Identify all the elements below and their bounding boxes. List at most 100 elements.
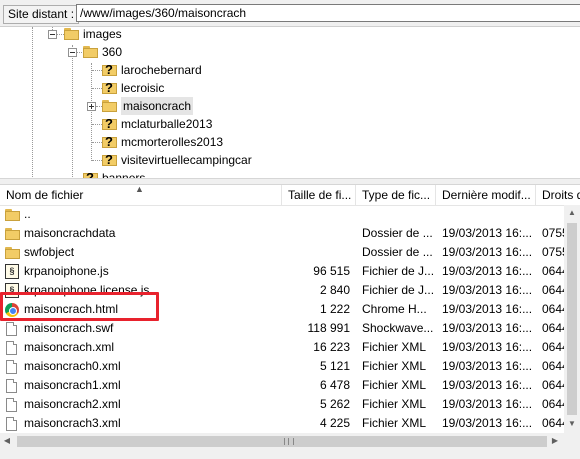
- file-row[interactable]: maisoncrach.html 1 222 Chrome H... 19/03/20…: [0, 300, 564, 319]
- tree-connector: [92, 124, 102, 125]
- tree-node-360[interactable]: 360: [83, 43, 122, 61]
- file-type: Fichier XML: [362, 378, 427, 392]
- file-size: 5 262: [319, 397, 350, 411]
- file-type: Fichier XML: [362, 416, 427, 430]
- scroll-left-icon[interactable]: ◀: [1, 436, 13, 446]
- file-row[interactable]: maisoncrach.xml 16 223 Fichier XML 19/03/20…: [0, 338, 564, 357]
- remote-path-input[interactable]: /www/images/360/maisoncrach: [76, 4, 580, 22]
- chrome-html-icon: [4, 302, 20, 318]
- file-size: 2 840: [319, 283, 350, 297]
- document-icon: [4, 359, 20, 375]
- file-name-cell: maisoncrach3.xml: [4, 414, 284, 433]
- file-name-cell: maisoncrach.xml: [4, 338, 284, 357]
- folder-icon: [4, 226, 20, 242]
- file-row[interactable]: maisoncrach2.xml 5 262 Fichier XML 19/03/20…: [0, 395, 564, 414]
- file-row[interactable]: maisoncrach.swf 118 991 Shockwave... 19/03/…: [0, 319, 564, 338]
- file-size: 118 991: [307, 321, 351, 335]
- file-size: [284, 205, 350, 224]
- file-modified: 19/03/2013 16:...: [442, 359, 533, 373]
- file-row[interactable]: § krpanoiphone.license.js 2 840 Fichier de …: [0, 281, 564, 300]
- collapse-360-toggle[interactable]: [68, 48, 77, 57]
- file-row[interactable]: maisoncrachdata Dossier de ... 19/03/2013 …: [0, 224, 564, 243]
- file-permissions: 0644: [542, 283, 564, 297]
- remote-file-list: .. maisoncrachdata Dossier de ... 19/03/201…: [0, 205, 564, 433]
- tree-connector: [92, 88, 102, 89]
- scroll-right-icon[interactable]: ▶: [549, 436, 561, 446]
- file-permissions: 0644: [542, 378, 564, 392]
- file-permissions: 0644: [542, 416, 564, 430]
- unknown-folder-icon: ?: [102, 116, 117, 131]
- file-row[interactable]: maisoncrach1.xml 6 478 Fichier XML 19/03/20…: [0, 376, 564, 395]
- file-row[interactable]: swfobject Dossier de ... 19/03/2013 16:...…: [0, 243, 564, 262]
- sort-ascending-icon: ▲: [135, 185, 144, 194]
- tree-node-maisoncrach[interactable]: maisoncrach: [102, 97, 194, 115]
- file-type: Dossier de ...: [362, 245, 433, 259]
- tree-node-lecroisic[interactable]: ? lecroisic: [102, 79, 164, 97]
- file-size: 16 223: [313, 340, 350, 354]
- tree-node-visitevirtuellecampingcar[interactable]: ? visitevirtuellecampingcar: [102, 151, 252, 169]
- column-header-modified[interactable]: Dernière modif...: [436, 185, 536, 205]
- file-modified: 19/03/2013 16:...: [442, 245, 533, 259]
- file-type: [362, 205, 434, 224]
- pane-splitter[interactable]: [0, 178, 580, 185]
- scrollbar-thumb[interactable]: [567, 223, 577, 415]
- file-row[interactable]: ..: [0, 205, 564, 224]
- remote-site-bar: Site distant : /www/images/360/maisoncra…: [0, 0, 580, 26]
- column-header-permissions[interactable]: Droits d: [536, 185, 580, 205]
- file-modified: [442, 205, 538, 224]
- file-size: 4 225: [319, 416, 350, 430]
- tree-node-images[interactable]: images: [64, 27, 122, 43]
- column-header-label: Type de fic...: [362, 188, 431, 202]
- tree-node-mclaturballe2013[interactable]: ? mclaturballe2013: [102, 115, 212, 133]
- file-name: maisoncrach.html: [24, 302, 119, 316]
- column-header-size[interactable]: Taille de fi...: [282, 185, 356, 205]
- tree-node-mcmorterolles2013[interactable]: ? mcmorterolles2013: [102, 133, 223, 151]
- scroll-down-icon[interactable]: ▼: [564, 419, 580, 429]
- scroll-up-icon[interactable]: ▲: [564, 208, 580, 218]
- file-name-cell: maisoncrach2.xml: [4, 395, 284, 414]
- file-modified: 19/03/2013 16:...: [442, 321, 533, 335]
- column-header-type[interactable]: Type de fic...: [356, 185, 436, 205]
- folder-icon: [4, 245, 20, 261]
- file-row[interactable]: maisoncrach3.xml 4 225 Fichier XML 19/03/20…: [0, 414, 564, 433]
- file-name: maisoncrach.xml: [24, 340, 115, 354]
- file-type: Fichier de J...: [362, 283, 434, 297]
- file-permissions: 0755: [542, 226, 564, 240]
- tree-connector: [32, 27, 33, 179]
- file-modified: 19/03/2013 16:...: [442, 226, 533, 240]
- column-header-name[interactable]: Nom de fichier ▲: [0, 185, 282, 205]
- folder-icon: [83, 46, 98, 58]
- tree-node-larochebernard[interactable]: ? larochebernard: [102, 61, 202, 79]
- status-bar: [0, 450, 580, 459]
- scrollbar-grip-icon: [284, 438, 294, 445]
- expand-maisoncrach-toggle[interactable]: [87, 102, 96, 111]
- file-name: ..: [24, 207, 31, 221]
- tree-node-label: 360: [102, 45, 123, 59]
- tree-connector: [92, 142, 102, 143]
- unknown-folder-icon: ?: [102, 80, 117, 95]
- file-row[interactable]: § krpanoiphone.js 96 515 Fichier de J... 19/…: [0, 262, 564, 281]
- file-name: maisoncrach2.xml: [24, 397, 121, 411]
- file-modified: 19/03/2013 16:...: [442, 397, 533, 411]
- horizontal-scrollbar[interactable]: ◀ ▶: [0, 433, 564, 450]
- column-header-label: Droits d: [542, 188, 580, 202]
- scrollbar-thumb[interactable]: [17, 436, 547, 447]
- file-modified: 19/03/2013 16:...: [442, 340, 533, 354]
- collapse-images-toggle[interactable]: [48, 30, 57, 39]
- file-size: 5 121: [319, 359, 350, 373]
- file-type: Shockwave...: [362, 321, 434, 335]
- file-list-header: Nom de fichier ▲ Taille de fi... Type de…: [0, 185, 580, 206]
- tree-node-label: visitevirtuellecampingcar: [121, 153, 252, 167]
- file-permissions: 0644: [542, 359, 564, 373]
- column-header-label: Nom de fichier: [6, 188, 84, 202]
- file-permissions: 0644: [542, 321, 564, 335]
- folder-icon: [4, 207, 20, 223]
- tree-connector: [92, 160, 102, 161]
- file-name: maisoncrach3.xml: [24, 416, 121, 430]
- file-type: Chrome H...: [362, 302, 427, 316]
- vertical-scrollbar[interactable]: ▲ ▼: [564, 205, 580, 433]
- file-row[interactable]: maisoncrach0.xml 5 121 Fichier XML 19/03/20…: [0, 357, 564, 376]
- tree-node-label: images: [83, 27, 122, 41]
- file-type: Fichier XML: [362, 397, 427, 411]
- file-name: maisoncrach0.xml: [24, 359, 121, 373]
